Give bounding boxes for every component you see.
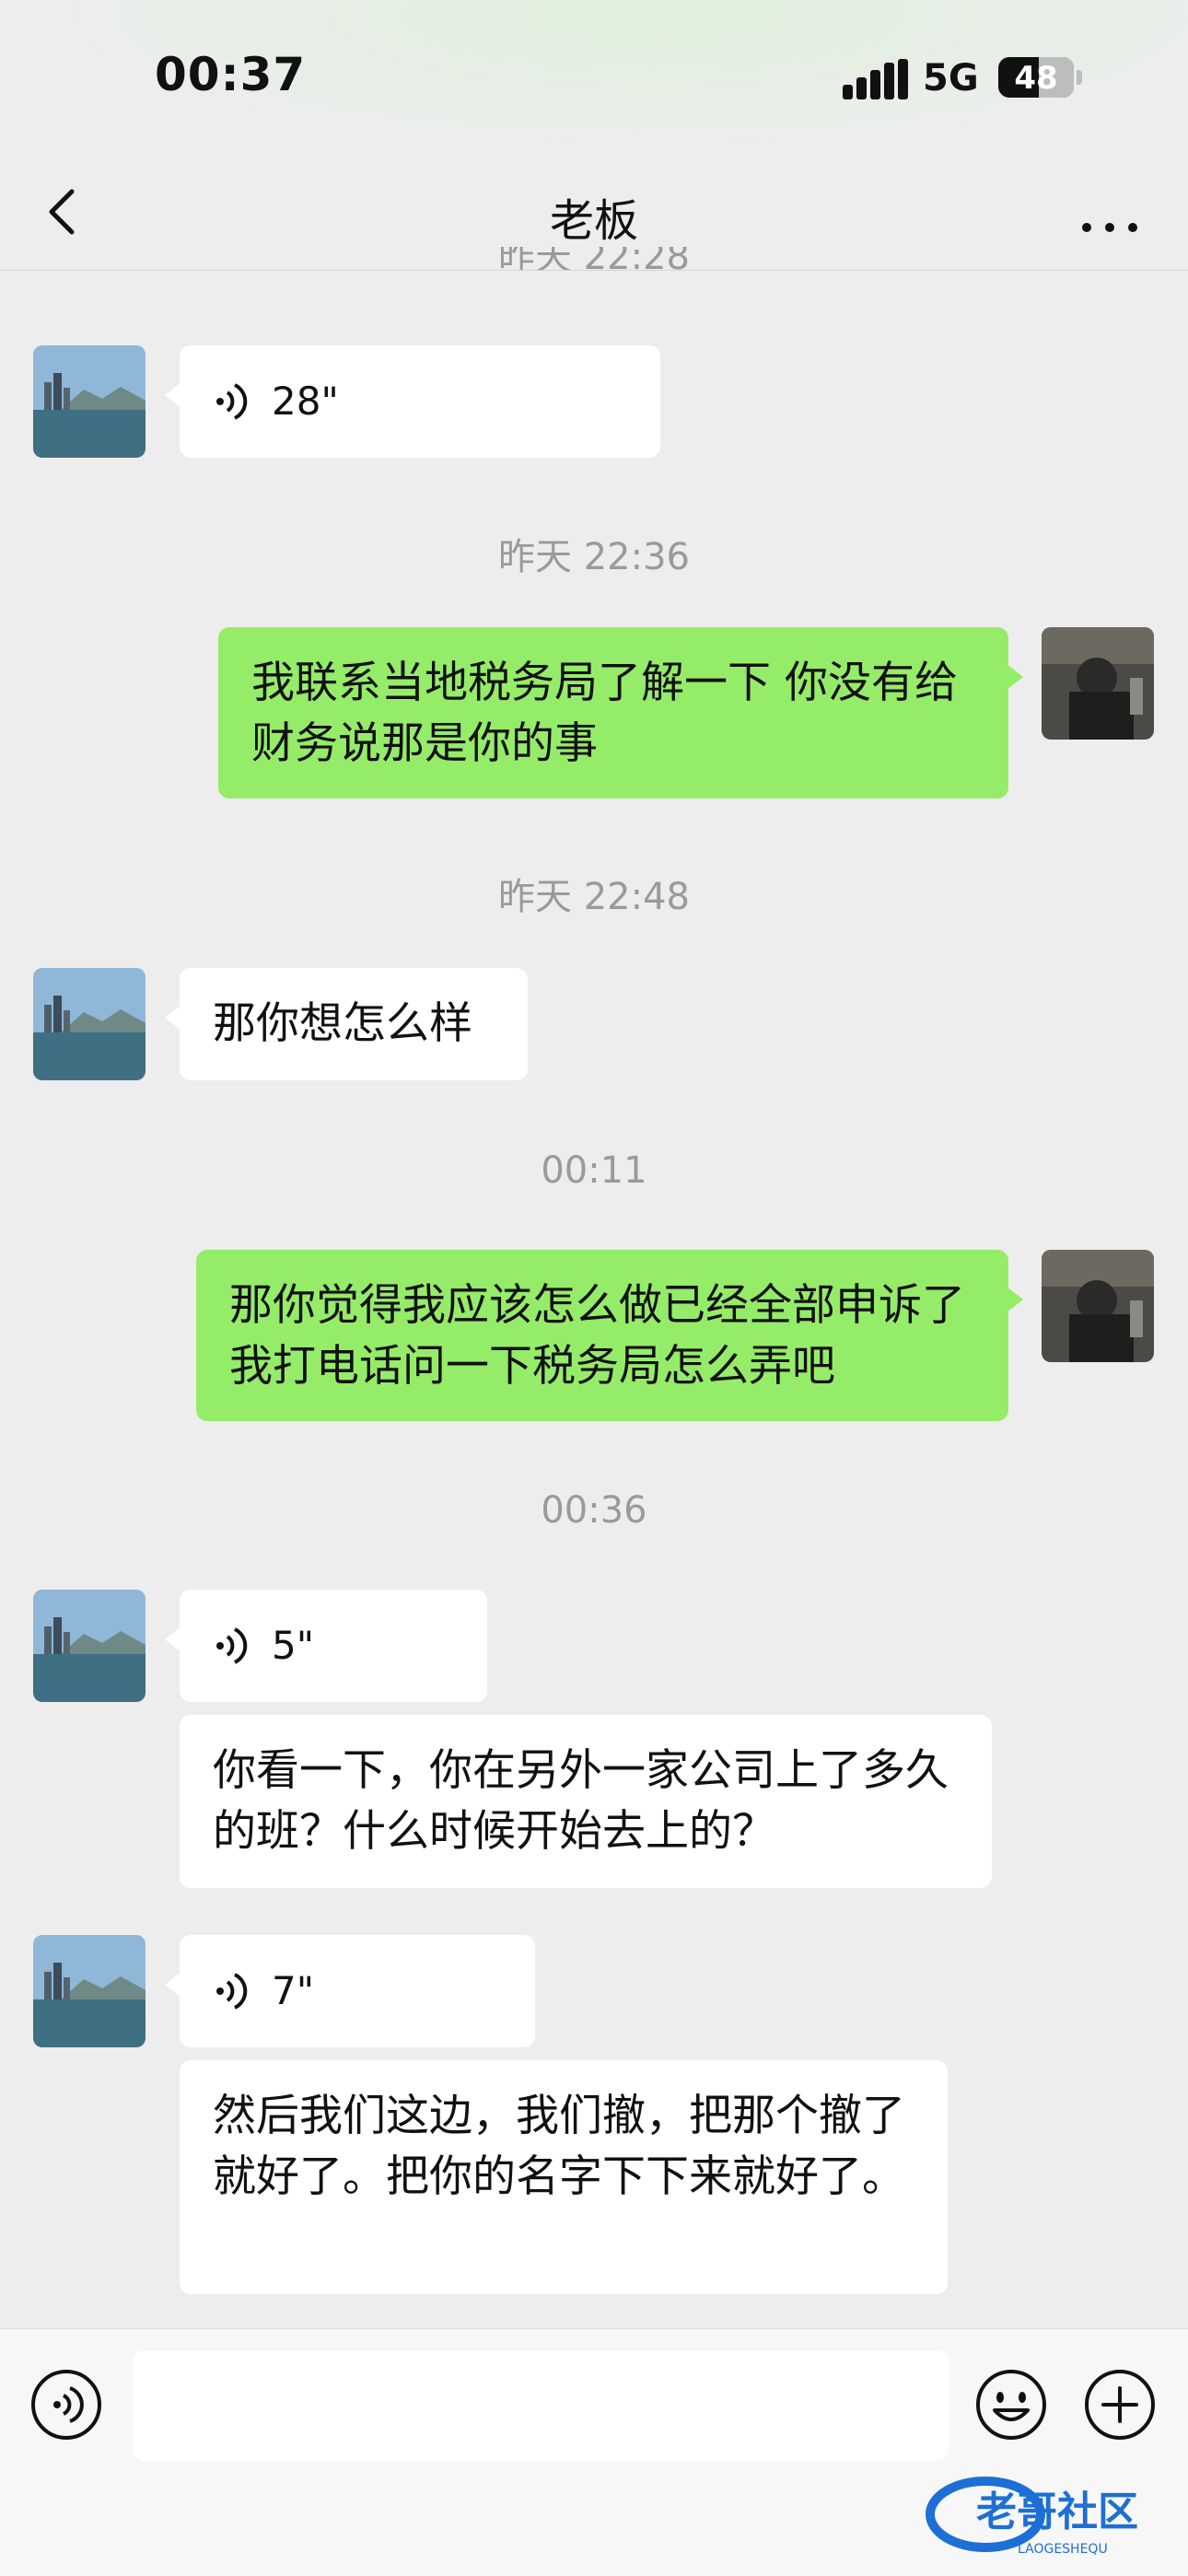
avatar-boss[interactable] [33, 345, 146, 458]
avatar-self[interactable] [1042, 1250, 1154, 1362]
avatar-self[interactable] [1042, 627, 1154, 740]
plus-button[interactable] [1083, 2368, 1157, 2442]
outgoing-message[interactable]: 我联系当地税务局了解一下 你没有给财务说那是你的事 [218, 627, 1023, 798]
voice-duration: 28" [272, 379, 339, 424]
status-bar: 00:37 5G 48 [0, 0, 1188, 157]
avatar-city-image [33, 1590, 146, 1702]
outgoing-message[interactable]: 那你觉得我应该怎么做已经全部申诉了我打电话问一下税务局怎么弄吧 [196, 1250, 1023, 1421]
timestamp: 00:36 [541, 1489, 647, 1532]
emoji-icon [976, 2370, 1046, 2440]
avatar-boss[interactable] [33, 968, 146, 1080]
avatar-city-image [33, 968, 146, 1080]
voice-duration: 7" [272, 1968, 315, 2013]
avatar-self-image [1042, 627, 1154, 740]
voice-wave-icon [216, 1627, 248, 1664]
voice-toggle-button[interactable] [29, 2368, 103, 2442]
voice-input-icon [31, 2370, 101, 2440]
avatar-boss[interactable] [33, 1590, 146, 1702]
voice-wave-icon [216, 1973, 248, 2010]
message-input[interactable] [133, 2350, 949, 2461]
timestamp: 昨天 22:48 [498, 876, 690, 918]
dragon-logo-icon: 老哥社区 LAOGESHEQU [926, 2477, 1138, 2557]
emoji-button[interactable] [974, 2368, 1048, 2442]
avatar-self-image [1042, 1250, 1154, 1362]
voice-duration: 5" [272, 1623, 315, 1668]
message-text: 那你想怎么样 [213, 998, 472, 1049]
incoming-message[interactable]: 你看一下，你在另外一家公司上了多久的班？什么时候开始去上的？ [180, 1715, 992, 1888]
avatar-boss[interactable] [33, 1935, 146, 2047]
header-mask [0, 271, 1188, 276]
incoming-message[interactable]: 那你想怎么样 [165, 968, 528, 1080]
battery-level: 48 [1014, 60, 1058, 97]
battery-tip [1077, 70, 1082, 85]
plus-icon [1085, 2370, 1155, 2440]
voice-message[interactable]: 5" [165, 1590, 487, 1702]
chat-title: 老板 [549, 195, 638, 247]
message-text: 你看一下，你在另外一家公司上了多久的班？什么时候开始去上的？ [213, 1745, 949, 1857]
watermark-logo: 老哥社区 LAOGESHEQU [921, 2468, 1177, 2560]
more-button[interactable] [1077, 175, 1142, 249]
timestamp: 昨天 22:36 [498, 536, 690, 578]
voice-message[interactable]: 28" [165, 345, 660, 458]
watermark-text: 老哥社区 [976, 2489, 1138, 2535]
message-text: 然后我们这边，我们撤，把那个撤了就好了。把你的名字下下来就好了。 [213, 2091, 905, 2202]
incoming-message[interactable]: 然后我们这边，我们撤，把那个撤了就好了。把你的名字下下来就好了。 [180, 2060, 948, 2294]
status-time: 00:37 [155, 48, 307, 101]
network-label: 5G [923, 57, 979, 99]
message-text: 那你觉得我应该怎么做已经全部申诉了我打电话问一下税务局怎么弄吧 [229, 1280, 965, 1392]
watermark-subtext: LAOGESHEQU [1018, 2542, 1108, 2557]
timestamp-text: 昨天 22:28 [498, 247, 690, 271]
avatar-city-image [33, 345, 146, 458]
signal-icon [843, 59, 909, 99]
timestamp-clipped: 昨天 22:28 [0, 247, 1188, 271]
more-dots-icon [1082, 223, 1137, 232]
timestamp: 00:11 [541, 1149, 647, 1192]
message-text: 我联系当地税务局了解一下 你没有给财务说那是你的事 [251, 658, 958, 769]
battery-icon: 48 [998, 57, 1074, 98]
avatar-city-image [33, 1935, 146, 2047]
voice-message[interactable]: 7" [165, 1935, 535, 2047]
voice-wave-icon [216, 383, 248, 420]
